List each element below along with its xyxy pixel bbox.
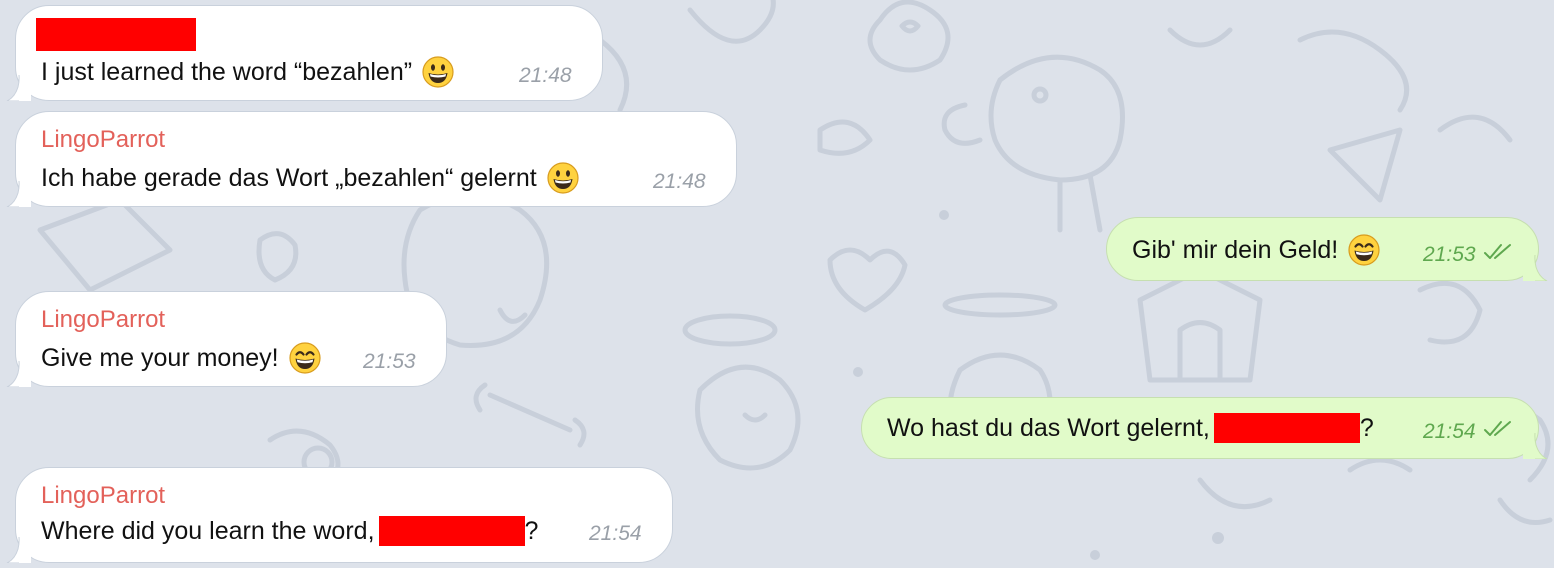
grinning-face-emoji-icon [422,56,454,88]
message-timestamp: 21:54 [589,522,642,545]
sender-name: LingoParrot [41,126,166,153]
redacted-sender-name [36,18,196,51]
message-text: Where did you learn the word, [41,516,375,545]
message-text: Give me your money! [41,343,279,372]
message-timestamp: 21:54 [1423,420,1476,443]
message-text-row: Ich habe gerade das Wort „bezahlen“ gele… [41,162,579,194]
message-bubble-outgoing[interactable]: Wo hast du das Wort gelernt, ? 21:54 [861,397,1539,459]
message-text-row: Wo hast du das Wort gelernt, ? [887,413,1374,443]
message-text: I just learned the word “bezahlen” [41,57,413,86]
message-text-row: Give me your money! [41,342,321,374]
redacted-text [378,516,525,546]
bubble-tail [1523,255,1549,281]
double-check-icon [1483,419,1513,439]
message-text-suffix: ? [1359,413,1374,442]
message-bubble-incoming[interactable]: LingoParrot Ich habe gerade das Wort „be… [15,111,737,207]
redacted-text [1213,413,1360,443]
message-bubble-incoming[interactable]: I just learned the word “bezahlen” 21:48 [15,5,603,101]
bubble-tail [5,181,31,207]
bubble-tail [1523,433,1549,459]
message-timestamp: 21:53 [363,350,416,373]
grinning-face-with-smiling-eyes-emoji-icon [289,342,321,374]
grinning-face-emoji-icon [547,162,579,194]
message-timestamp: 21:48 [519,64,572,87]
message-text-row: Gib' mir dein Geld! [1132,234,1380,266]
sender-name: LingoParrot [41,482,166,509]
message-text: Gib' mir dein Geld! [1132,235,1339,264]
message-timestamp: 21:53 [1423,243,1476,266]
message-bubble-incoming[interactable]: LingoParrot Where did you learn the word… [15,467,673,563]
message-bubble-incoming[interactable]: LingoParrot Give me your money! 21:53 [15,291,447,387]
message-text-row: Where did you learn the word, ? [41,516,538,546]
message-text-suffix: ? [524,516,539,545]
bubble-tail [5,537,31,563]
grinning-face-with-smiling-eyes-emoji-icon [1348,234,1380,266]
bubble-tail [5,361,31,387]
message-text: Ich habe gerade das Wort „bezahlen“ gele… [41,163,537,192]
message-bubble-outgoing[interactable]: Gib' mir dein Geld! 21:53 [1106,217,1539,281]
message-text-row: I just learned the word “bezahlen” [41,56,454,88]
sender-name: LingoParrot [41,306,166,333]
message-text: Wo hast du das Wort gelernt, [887,413,1210,442]
bubble-tail [5,75,31,101]
double-check-icon [1483,242,1513,262]
message-timestamp: 21:48 [653,170,706,193]
